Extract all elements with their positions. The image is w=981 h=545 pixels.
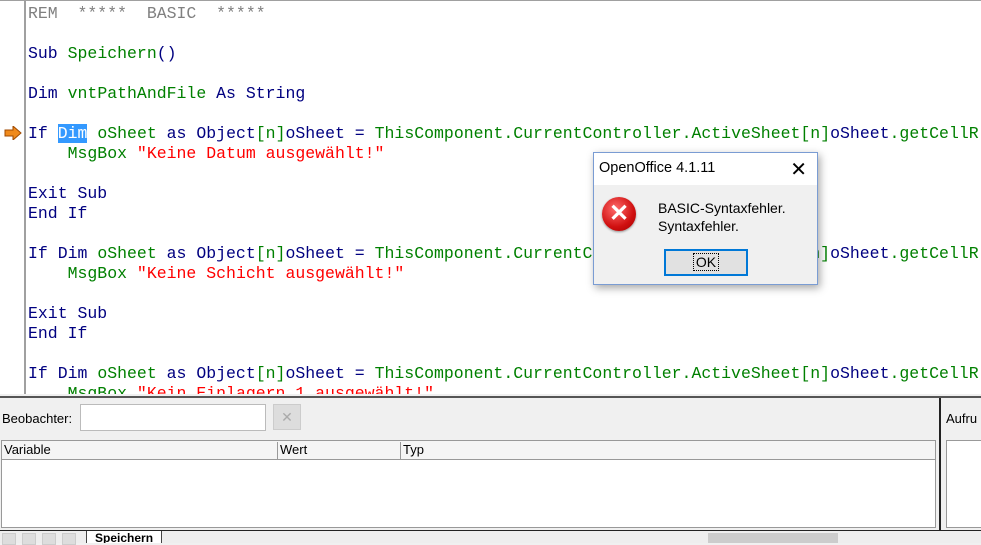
code-token: as Object [166,244,256,263]
module-tab-bar: Speichern [0,530,981,545]
code-token: oSheet [830,124,890,143]
remove-watch-icon: ✕ [281,409,293,425]
code-token: MsgBox [28,264,137,283]
code-token: End If [28,324,88,343]
code-token: "Keine Schicht ausgewählt!" [136,264,405,283]
code-line[interactable]: End If [28,204,979,224]
code-line[interactable]: End If [28,324,979,344]
code-token: as Object [166,364,256,383]
code-token: Dim [28,84,68,103]
code-line[interactable] [28,24,979,44]
code-token: vntPathAndFile [67,84,217,103]
watch-table: Variable Wert Typ [1,440,936,528]
code-token: "Keine Datum ausgewählt!" [136,144,385,163]
debug-panel: Beobachter: ✕ Variable Wert Typ Aufru Sp… [0,396,981,545]
ok-label: OK [692,253,720,271]
code-token: .getCellR [889,244,979,263]
code-token: oSheet [87,124,167,143]
code-token: oSheet [830,244,890,263]
code-token: Sub [28,44,68,63]
column-header-typ[interactable]: Typ [401,442,935,459]
dialog-titlebar: OpenOffice 4.1.11 ✕ [594,153,817,185]
code-token: MsgBox [28,384,137,394]
code-token: .getCellR [889,364,979,383]
calls-list[interactable] [946,440,981,528]
message-line-2: Syntaxfehler. [658,218,739,234]
code-token: End If [28,204,88,223]
code-token: ThisComponent.CurrentController.ActiveSh… [374,124,831,143]
code-line[interactable] [28,64,979,84]
column-header-variable[interactable]: Variable [2,442,278,459]
code-token: [n] [255,364,286,383]
message-line-1: BASIC-Syntaxfehler. [658,200,786,216]
code-token: MsgBox [28,144,137,163]
error-icon: ✕ [602,197,636,231]
code-token: Exit Sub [28,184,108,203]
code-line[interactable] [28,164,979,184]
code-token: Exit Sub [28,304,108,323]
watch-label: Beobachter: [2,411,73,426]
code-line[interactable]: Dim vntPathAndFile As String [28,84,979,104]
next-tab-button[interactable] [42,533,56,545]
code-token: If Dim [28,244,98,263]
code-line[interactable]: If Dim oSheet as Object[n]oSheet = ThisC… [28,364,979,384]
code-line[interactable]: Exit Sub [28,304,979,324]
code-token: as Object [166,124,256,143]
code-token: oSheet [97,244,167,263]
code-text[interactable]: REM ***** BASIC ***** Sub Speichern() Di… [28,4,979,394]
horizontal-scrollbar[interactable] [708,533,838,543]
dialog-title: OpenOffice 4.1.11 [599,160,716,176]
code-token: () [156,44,177,63]
prev-tab-button[interactable] [22,533,36,545]
code-line[interactable] [28,344,979,364]
arrow-right-icon [4,126,22,140]
code-token: "Kein Einlagern 1 ausgewählt!" [136,384,434,394]
code-token: .getCellR [889,124,979,143]
close-icon[interactable]: ✕ [790,157,807,182]
code-token: oSheet [830,364,890,383]
ok-button[interactable]: OK [664,249,748,276]
code-line[interactable]: Sub Speichern() [28,44,979,64]
code-token: oSheet = [285,124,375,143]
code-line[interactable]: MsgBox "Keine Schicht ausgewählt!" [28,264,979,284]
watch-table-header: Variable Wert Typ [2,441,935,460]
code-token: ThisComponent.CurrentController.ActiveSh… [374,364,831,383]
code-line[interactable] [28,284,979,304]
code-line[interactable]: If Dim oSheet as Object[n]oSheet = ThisC… [28,124,979,144]
code-token: [n] [255,244,286,263]
code-line[interactable]: If Dim oSheet as Object[n]oSheet = ThisC… [28,244,979,264]
calls-label: Aufru [946,411,978,426]
remove-watch-button[interactable]: ✕ [273,404,301,430]
last-tab-button[interactable] [62,533,76,545]
code-line[interactable]: Exit Sub [28,184,979,204]
panel-splitter[interactable] [939,398,941,530]
code-line[interactable] [28,224,979,244]
code-line[interactable]: REM ***** BASIC ***** [28,4,979,24]
code-token: If [28,124,58,143]
code-token: Speichern [67,44,157,63]
code-line[interactable]: MsgBox "Kein Einlagern 1 ausgewählt!" [28,384,979,394]
code-token: oSheet [97,364,167,383]
code-token: As String [216,84,306,103]
error-dialog: OpenOffice 4.1.11 ✕ ✕ BASIC-Syntaxfehler… [593,152,818,285]
code-line[interactable]: MsgBox "Keine Datum ausgewählt!" [28,144,979,164]
code-token: oSheet = [285,244,375,263]
tab-speichern[interactable]: Speichern [86,531,163,543]
selected-token: Dim [57,124,88,143]
code-token: [n] [255,124,286,143]
breakpoint-gutter[interactable] [0,1,26,394]
column-header-wert[interactable]: Wert [278,442,401,459]
code-token: REM ***** BASIC ***** [28,4,266,23]
dialog-message: BASIC-Syntaxfehler. Syntaxfehler. [658,199,786,235]
first-tab-button[interactable] [2,533,16,545]
code-token: oSheet = [285,364,375,383]
watch-input[interactable] [80,404,266,431]
code-editor[interactable]: REM ***** BASIC ***** Sub Speichern() Di… [0,0,981,394]
code-line[interactable] [28,104,979,124]
code-token: If Dim [28,364,98,383]
